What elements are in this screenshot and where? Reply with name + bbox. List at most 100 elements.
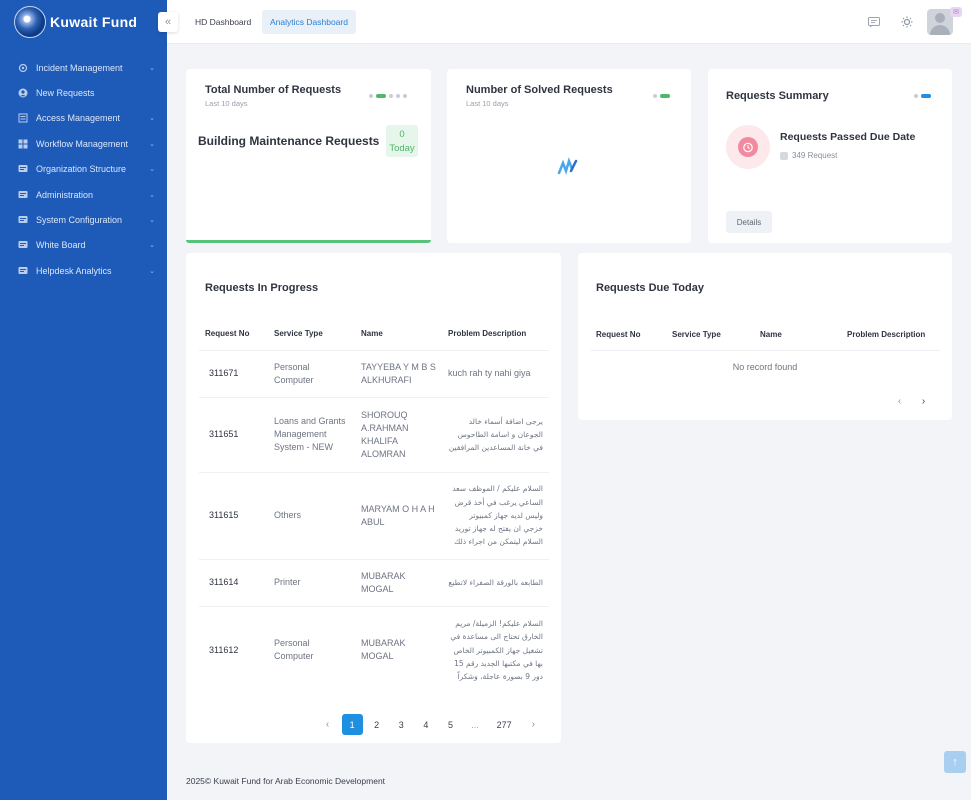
chevron-down-icon: ⌄ — [149, 267, 155, 275]
service-type-cell: Printer — [268, 558, 355, 606]
sidebar-item-label: Administration — [36, 189, 94, 200]
service-type-cell: Personal Computer — [268, 349, 355, 397]
carousel-dot[interactable] — [369, 94, 373, 98]
chevron-down-icon: ⌄ — [149, 64, 155, 72]
sidebar-item-label: Workflow Management — [36, 138, 128, 149]
passed-due-count-row: 349 Request — [780, 151, 837, 160]
section-title: Requests Due Today — [596, 282, 704, 294]
chat-icon[interactable] — [867, 15, 881, 29]
sidebar-item-new-requests[interactable]: New Requests — [0, 80, 167, 105]
sun-icon[interactable] — [900, 15, 914, 29]
carousel-dots[interactable] — [369, 94, 407, 98]
incident-icon — [18, 63, 28, 73]
today-label: Today — [389, 143, 415, 154]
name-cell: MARYAM O H A H ABUL — [355, 471, 442, 559]
tab-analytics-dashboard[interactable]: Analytics Dashboard — [262, 10, 356, 34]
page-button[interactable]: 4 — [415, 714, 436, 735]
column-header[interactable]: Name — [754, 318, 841, 350]
table-divider — [590, 350, 940, 351]
kuwait-fund-logo — [14, 6, 46, 38]
carousel-dot[interactable] — [396, 94, 400, 98]
tab-hd-dashboard[interactable]: HD Dashboard — [187, 10, 259, 34]
prev-page-button[interactable]: ‹ — [889, 391, 910, 412]
scroll-to-top-button[interactable]: ↑ — [944, 751, 966, 773]
column-header[interactable]: Problem Description — [442, 318, 549, 350]
description-cell: السلام عليكم! الزميلة/ مريم الخارق تحتاج… — [442, 605, 549, 694]
sidebar-item-white-board[interactable]: White Board ⌄ — [0, 233, 167, 258]
chevron-left-icon: ‹ — [897, 396, 902, 407]
carousel-dots[interactable] — [914, 94, 931, 98]
sidebar-item-helpdesk-analytics[interactable]: Helpdesk Analytics ⌄ — [0, 258, 167, 283]
chevron-right-icon: › — [921, 396, 926, 407]
next-page-button[interactable]: › — [913, 391, 934, 412]
column-header[interactable]: Request No — [199, 318, 268, 350]
table-row[interactable]: 311651 Loans and Grants Management Syste… — [199, 396, 549, 472]
chevron-down-icon: ⌄ — [149, 115, 155, 123]
requests-due-today-card: Requests Due Today Request No Service Ty… — [578, 253, 952, 420]
column-header[interactable]: Request No — [590, 318, 666, 350]
page-button[interactable]: 3 — [391, 714, 412, 735]
notification-badge-icon: ✉ — [950, 7, 962, 17]
sidebar: Kuwait Fund Incident Management ⌄ New Re… — [0, 0, 167, 800]
details-button[interactable]: Details — [726, 211, 772, 233]
carousel-dot[interactable] — [653, 94, 657, 98]
description-cell: kuch rah ty nahi giya — [442, 349, 549, 397]
page-button[interactable]: 2 — [366, 714, 387, 735]
building-maintenance-label: Building Maintenance Requests — [198, 134, 380, 148]
sidebar-item-administration[interactable]: Administration ⌄ — [0, 182, 167, 207]
page-button[interactable]: 1 — [341, 714, 363, 735]
requests-summary-card: Requests Summary Requests Passed Due Dat… — [708, 69, 952, 243]
chevron-left-icon: ‹ — [325, 719, 330, 730]
user-icon — [18, 88, 28, 98]
requests-due-today-table: Request No Service Type Name Problem Des… — [590, 318, 940, 350]
page-button[interactable]: 277 — [489, 714, 519, 735]
column-header[interactable]: Problem Description — [841, 318, 940, 350]
sidebar-item-label: White Board — [36, 240, 86, 251]
table-row[interactable]: 311615 Others MARYAM O H A H ABUL السلام… — [199, 471, 549, 559]
column-header[interactable]: Service Type — [268, 318, 355, 350]
carousel-dot[interactable] — [389, 94, 393, 98]
page-ellipsis: ... — [471, 719, 479, 730]
brand[interactable]: Kuwait Fund — [0, 0, 167, 44]
request-no-cell: 311612 — [199, 605, 268, 694]
carousel-dot-active[interactable] — [660, 94, 670, 98]
analytics-icon — [18, 266, 28, 276]
carousel-dot-active[interactable] — [376, 94, 386, 98]
carousel-dot-active[interactable] — [921, 94, 931, 98]
sidebar-collapse-button[interactable]: « — [158, 12, 178, 32]
description-cell: الطابعه بالورقة الصفراء لاتطبع — [442, 558, 549, 606]
chevron-down-icon: ⌄ — [149, 242, 155, 250]
card-accent-bar — [186, 240, 431, 243]
service-type-cell: Personal Computer — [268, 605, 355, 694]
request-no-cell: 311671 — [199, 349, 268, 397]
today-count-badge: 0 Today — [386, 125, 418, 157]
passed-due-count: 349 Request — [792, 151, 838, 160]
sidebar-item-incident-management[interactable]: Incident Management ⌄ — [0, 55, 167, 80]
double-chevron-left-icon: « — [164, 16, 172, 28]
column-header[interactable]: Name — [355, 318, 442, 350]
request-count-icon — [780, 151, 788, 160]
next-page-button[interactable]: › — [523, 714, 544, 735]
table-row[interactable]: 311671 Personal Computer TAYYEBA Y M B S… — [199, 349, 549, 397]
sidebar-nav: Incident Management ⌄ New Requests Acces… — [0, 55, 167, 284]
column-header[interactable]: Service Type — [666, 318, 754, 350]
card-title: Number of Solved Requests — [466, 84, 613, 96]
carousel-dot[interactable] — [914, 94, 918, 98]
table-row[interactable]: 311614 Printer MUBARAK MOGAL الطابعه بال… — [199, 558, 549, 606]
card-subtitle: Last 10 days — [466, 99, 509, 108]
sidebar-item-system-configuration[interactable]: System Configuration ⌄ — [0, 207, 167, 232]
prev-page-button[interactable]: ‹ — [317, 714, 338, 735]
brand-name: Kuwait Fund — [50, 14, 138, 30]
pagination: ‹ 1 2 3 4 5 ... 277 › — [317, 714, 547, 735]
table-row[interactable]: 311612 Personal Computer MUBARAK MOGAL ا… — [199, 605, 549, 694]
name-cell: TAYYEBA Y M B S ALKHURAFI — [355, 349, 442, 397]
carousel-dot[interactable] — [403, 94, 407, 98]
sidebar-item-workflow-management[interactable]: Workflow Management ⌄ — [0, 131, 167, 156]
organization-icon — [18, 164, 28, 174]
sidebar-item-organization-structure[interactable]: Organization Structure ⌄ — [0, 157, 167, 182]
sidebar-item-access-management[interactable]: Access Management ⌄ — [0, 106, 167, 131]
request-no-cell: 311615 — [199, 471, 268, 559]
sidebar-item-label: Incident Management — [36, 62, 123, 73]
carousel-dots[interactable] — [653, 94, 670, 98]
page-button[interactable]: 5 — [440, 714, 461, 735]
